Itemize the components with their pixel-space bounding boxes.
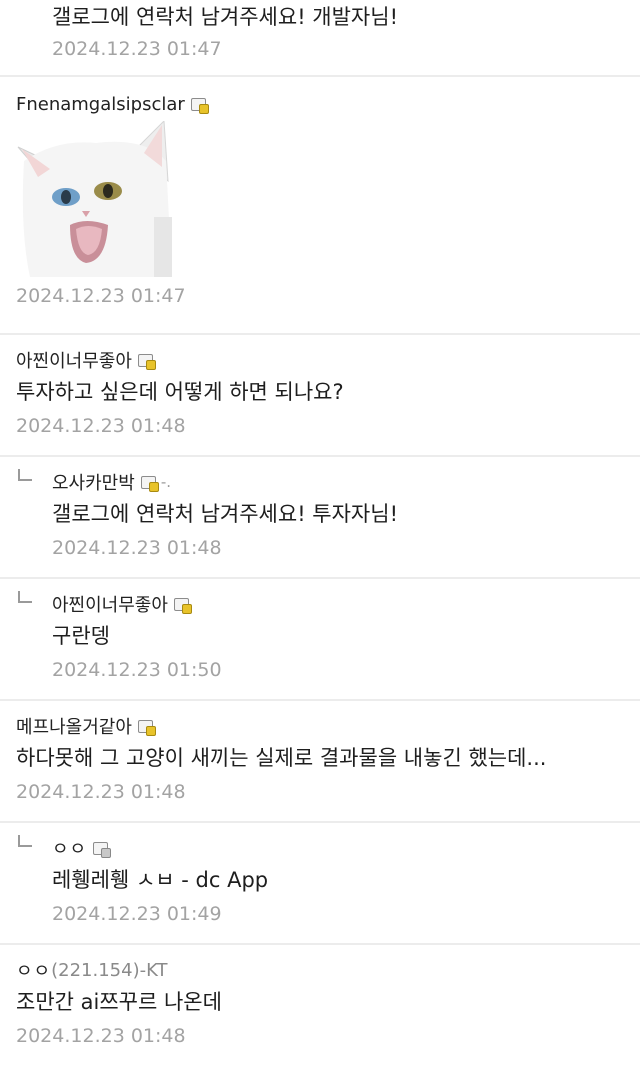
comment-date: 2024.12.23 01:48 bbox=[16, 415, 186, 437]
author-name[interactable]: ㅇㅇ bbox=[52, 835, 87, 861]
fixed-nick-badge-icon bbox=[140, 475, 159, 492]
white-cat-sticker-image[interactable] bbox=[16, 121, 172, 277]
comment-date: 2024.12.23 01:48 bbox=[52, 537, 222, 559]
comment-author[interactable]: Fnenamgalsipsclar bbox=[16, 91, 640, 117]
comment-date: 2024.12.23 01:48 bbox=[16, 781, 186, 803]
comment-author[interactable]: 메프나올거같아 bbox=[16, 713, 640, 739]
comment-text: 투자하고 싶은데 어떻게 하면 되나요? bbox=[16, 380, 344, 404]
author-suffix: -. bbox=[160, 473, 171, 491]
comment-text: 조만간 ai쯔꾸르 나온데 bbox=[16, 990, 222, 1014]
comment-date: 2024.12.23 01:47 bbox=[16, 285, 186, 307]
comment-author[interactable]: 아찐이너무좋아 bbox=[16, 347, 640, 373]
comment-author[interactable]: 아찐이너무좋아 bbox=[52, 591, 640, 617]
fixed-nick-badge-icon bbox=[137, 719, 156, 736]
fixed-nick-badge-icon bbox=[173, 597, 192, 614]
half-fixed-nick-badge-icon bbox=[93, 841, 112, 858]
comment-item: ㅇㅇ (221.154)-KT 조만간 ai쯔꾸르 나온데 2024.12.23… bbox=[0, 945, 640, 1065]
comment-reply-item: 아찐이너무좋아 구란뎅 2024.12.23 01:50 bbox=[0, 579, 640, 701]
author-name[interactable]: ㅇㅇ bbox=[16, 957, 51, 983]
comment-reply-item: 갤로그에 연락처 남겨주세요! 개발자님! 2024.12.23 01:47 bbox=[0, 0, 640, 77]
reply-arrow-icon bbox=[18, 469, 32, 481]
comment-text: 갤로그에 연락처 남겨주세요! 개발자님! bbox=[52, 5, 398, 29]
fixed-nick-badge-icon bbox=[137, 353, 156, 370]
comment-author[interactable]: ㅇㅇ (221.154)-KT bbox=[16, 957, 640, 983]
comment-item: 메프나올거같아 하다못해 그 고양이 새끼는 실제로 결과물을 내놓긴 했는데.… bbox=[0, 701, 640, 823]
comment-text: 하다못해 그 고양이 새끼는 실제로 결과물을 내놓긴 했는데... bbox=[16, 746, 547, 770]
comment-text: 갤로그에 연락처 남겨주세요! 투자자님! bbox=[52, 502, 398, 526]
comment-reply-item: ㅇㅇ 레휑레휑 ㅅㅂ - dc App 2024.12.23 01:49 bbox=[0, 823, 640, 945]
author-name[interactable]: 아찐이너무좋아 bbox=[16, 347, 132, 373]
fixed-nick-badge-icon bbox=[190, 97, 209, 114]
reply-arrow-icon bbox=[18, 835, 32, 847]
author-name[interactable]: 오사카만박 bbox=[52, 469, 135, 495]
author-name[interactable]: 메프나올거같아 bbox=[16, 713, 132, 739]
comment-date: 2024.12.23 01:50 bbox=[52, 659, 222, 681]
comment-author[interactable]: 오사카만박 -. bbox=[52, 469, 640, 495]
comment-date: 2024.12.23 01:47 bbox=[52, 38, 222, 60]
author-name[interactable]: 아찐이너무좋아 bbox=[52, 591, 168, 617]
comment-text: 레휑레휑 ㅅㅂ - dc App bbox=[52, 868, 269, 892]
comment-text: 구란뎅 bbox=[52, 624, 110, 648]
author-ip: (221.154)-KT bbox=[51, 959, 168, 981]
comment-item: 아찐이너무좋아 투자하고 싶은데 어떻게 하면 되나요? 2024.12.23 … bbox=[0, 335, 640, 457]
reply-arrow-icon bbox=[18, 591, 32, 603]
comment-author[interactable]: ㅇㅇ bbox=[52, 835, 640, 861]
comment-item: Fnenamgalsipsclar 2024.12.23 01:47 bbox=[0, 77, 640, 335]
comment-date: 2024.12.23 01:48 bbox=[16, 1025, 186, 1047]
comment-list: 갤로그에 연락처 남겨주세요! 개발자님! 2024.12.23 01:47 F… bbox=[0, 0, 640, 1065]
author-name[interactable]: Fnenamgalsipsclar bbox=[16, 94, 185, 115]
comment-reply-item: 오사카만박 -. 갤로그에 연락처 남겨주세요! 투자자님! 2024.12.2… bbox=[0, 457, 640, 579]
comment-date: 2024.12.23 01:49 bbox=[52, 903, 222, 925]
